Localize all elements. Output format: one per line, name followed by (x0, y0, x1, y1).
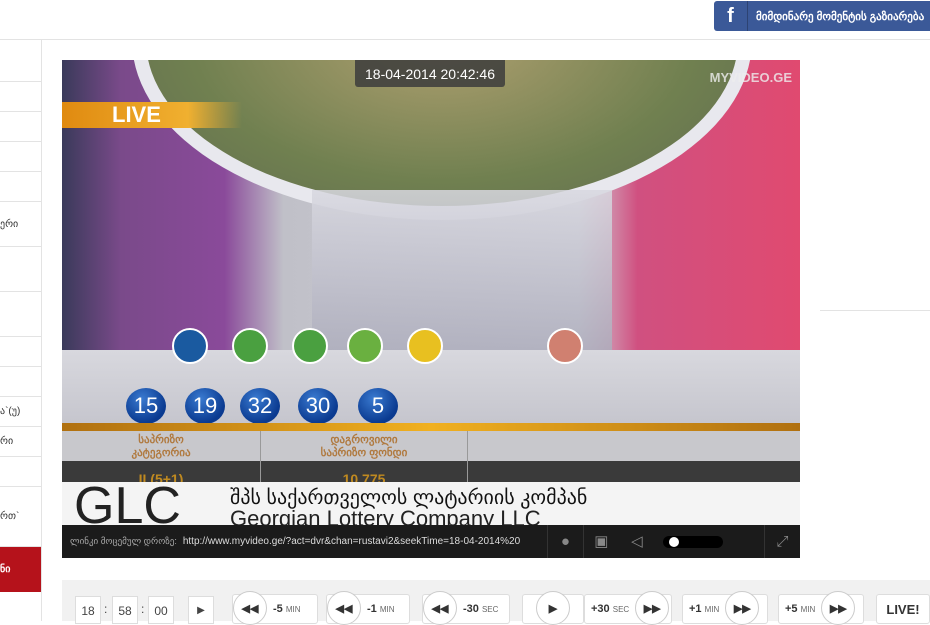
back-5-min-button[interactable]: ◀◀ -5 MIN (232, 591, 318, 625)
sidebar-item[interactable] (0, 337, 41, 367)
header-divider (0, 39, 930, 40)
video-player[interactable]: LIVE 18-04-2014 20:42:46 MYVIDEO.GE 15 1… (62, 60, 800, 558)
fwd30-label: +30 (591, 603, 610, 615)
live-button[interactable]: LIVE! (876, 594, 930, 624)
unit-label: MIN (379, 605, 395, 614)
rewind-icon: ◀◀ (423, 591, 457, 625)
rewind-icon: ◀◀ (233, 591, 267, 625)
drawn-ball (347, 328, 383, 364)
drawn-ball (407, 328, 443, 364)
sidebar-item[interactable] (0, 457, 41, 487)
live-badge: LIVE (62, 102, 242, 128)
play-icon: ▶ (536, 591, 570, 625)
result-ball: 32 (240, 388, 280, 424)
sidebar-item-active[interactable]: ნი (0, 547, 41, 592)
play-button[interactable]: ▶ (522, 591, 584, 625)
unit-label: MIN (800, 605, 816, 614)
go-button[interactable]: ▶ (188, 596, 214, 624)
drawn-ball (547, 328, 583, 364)
drawn-ball (172, 328, 208, 364)
link-url[interactable]: http://www.myvideo.ge/?act=dvr&chan=rust… (177, 536, 547, 547)
result-ball: 15 (126, 388, 166, 424)
player-bar: ლინკი მოცემულ დროზე: http://www.myvideo.… (62, 525, 800, 558)
sidebar-item[interactable] (0, 247, 41, 292)
watermark: MYVIDEO.GE (709, 70, 792, 85)
camera-icon[interactable]: ▣ (582, 525, 619, 558)
unit-label: MIN (704, 605, 720, 614)
ticker-line: Georgian Lottery Company LLC (230, 506, 541, 525)
video-frame[interactable]: LIVE 18-04-2014 20:42:46 MYVIDEO.GE 15 1… (62, 60, 800, 525)
drawn-ball (292, 328, 328, 364)
prize-fund-label: დაგროვილი საპრიზო ფონდი (320, 434, 408, 459)
unit-label: SEC (481, 605, 499, 614)
minute-input[interactable]: 58 (112, 596, 138, 624)
hour-input[interactable]: 18 (75, 596, 101, 624)
drawn-ball (232, 328, 268, 364)
sidebar-item[interactable] (0, 82, 41, 112)
back5-label: -5 (273, 603, 283, 615)
fast-forward-icon: ▶▶ (725, 591, 760, 625)
back1-label: -1 (367, 603, 377, 615)
fast-forward-icon: ▶▶ (635, 591, 670, 625)
sidebar-item[interactable]: ა`(უ) (0, 397, 41, 427)
news-ticker: GLC შპს საქართველოს ლატარიის კომპან Geor… (62, 482, 800, 525)
result-ball: 19 (185, 388, 225, 424)
separator: : (104, 602, 108, 616)
forward-5-min-button[interactable]: +5 MIN ▶▶ (778, 591, 864, 625)
fullscreen-icon[interactable]: ⤢ (764, 525, 800, 558)
sidebar-item[interactable] (0, 172, 41, 202)
separator: : (141, 602, 145, 616)
gold-strip (62, 423, 800, 431)
sidebar-item[interactable]: ერი (0, 202, 41, 247)
sidebar-item[interactable]: რი (0, 427, 41, 457)
back-30-sec-button[interactable]: ◀◀ -30 SEC (422, 591, 510, 625)
fast-forward-icon: ▶▶ (821, 591, 856, 625)
lightbulb-icon[interactable]: ● (546, 525, 583, 558)
forward-1-min-button[interactable]: +1 MIN ▶▶ (682, 591, 768, 625)
video-timestamp: 18-04-2014 20:42:46 (355, 60, 505, 87)
facebook-icon: f (714, 1, 748, 31)
result-ball: 30 (298, 388, 338, 424)
volume-handle[interactable] (668, 536, 679, 547)
second-input[interactable]: 00 (148, 596, 174, 624)
ticker-logo: GLC (74, 482, 181, 525)
back-1-min-button[interactable]: ◀◀ -1 MIN (326, 591, 410, 625)
sidebar-item[interactable] (0, 112, 41, 142)
sidebar: ერი ა`(უ) რი რთ` ნი (0, 40, 42, 621)
sidebar-item[interactable]: რთ` (0, 487, 41, 547)
facebook-share-button[interactable]: f მიმდინარე მომენტის გაზიარება (714, 1, 930, 31)
divider (820, 310, 930, 311)
fwd5-label: +5 (785, 603, 798, 615)
facebook-share-label: მიმდინარე მომენტის გაზიარება (756, 10, 925, 23)
fwd1-label: +1 (689, 603, 702, 615)
forward-30-sec-button[interactable]: +30 SEC ▶▶ (584, 591, 672, 625)
link-label: ლინკი მოცემულ დროზე: (70, 536, 177, 546)
sidebar-item[interactable] (0, 142, 41, 172)
result-ball: 5 (358, 388, 398, 424)
sidebar-item[interactable] (0, 292, 41, 337)
volume-slider[interactable] (662, 535, 723, 548)
back30-label: -30 (463, 603, 479, 615)
unit-label: MIN (285, 605, 301, 614)
dvr-controls: 18 : 58 : 00 ▶ ◀◀ -5 MIN ◀◀ -1 MIN ◀◀ -30 S… (62, 580, 930, 625)
volume-icon[interactable]: ◁ (619, 525, 655, 558)
unit-label: SEC (612, 605, 630, 614)
sidebar-item[interactable] (0, 40, 41, 82)
sidebar-item[interactable] (0, 367, 41, 397)
rewind-icon: ◀◀ (327, 591, 361, 625)
prize-category-label: საპრიზო კატეგორია (131, 434, 191, 459)
